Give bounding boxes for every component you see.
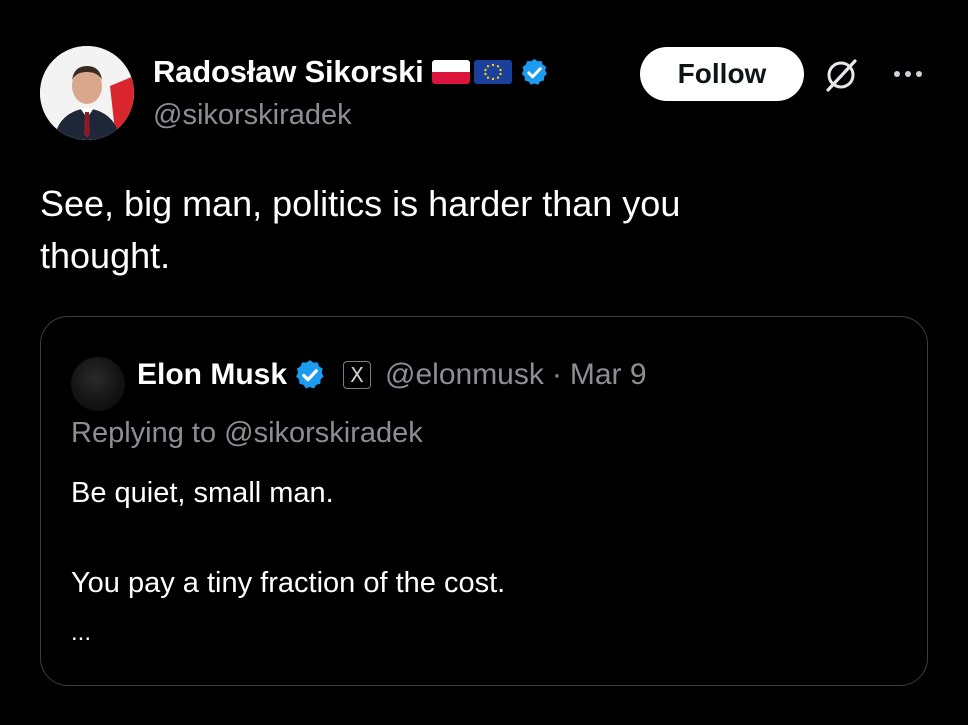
more-icon[interactable] [888, 59, 928, 89]
quoted-tweet-truncation: ... [71, 619, 92, 646]
quoted-author-handle[interactable]: @elonmusk [385, 358, 544, 392]
grok-icon[interactable] [820, 54, 862, 96]
poland-flag-icon [431, 60, 470, 84]
author-avatar[interactable] [40, 46, 134, 140]
tweet-text-line-1: See, big man, politics is harder than yo… [40, 183, 681, 224]
quoted-tweet-date[interactable]: Mar 9 [570, 358, 647, 392]
quoted-tweet-header: Elon Musk X @elonmusk · Mar 9 [137, 351, 647, 399]
author-handle[interactable]: @sikorskiradek [153, 99, 352, 132]
author-display-name[interactable]: Radosław Sikorski [153, 54, 424, 90]
tweet-text-line-2: thought. [40, 235, 171, 276]
quoted-tweet-card[interactable]: Elon Musk X @elonmusk · Mar 9 Replying t… [40, 316, 928, 686]
header-separator: · [551, 358, 562, 391]
quoted-author-name[interactable]: Elon Musk [137, 358, 287, 392]
quoted-tweet-line-1: Be quiet, small man. [71, 477, 334, 509]
follow-button[interactable]: Follow [640, 47, 804, 101]
author-name-row: Radosław Sikorski [153, 50, 550, 94]
eu-flag-icon [473, 60, 512, 84]
quoted-author-avatar[interactable] [71, 357, 125, 411]
verified-badge-icon[interactable] [519, 57, 550, 88]
x-affiliate-badge-icon[interactable]: X [343, 361, 372, 389]
tweet-text: See, big man, politics is harder than yo… [40, 178, 900, 282]
quoted-tweet-line-2: You pay a tiny fraction of the cost. [71, 567, 506, 599]
replying-to-text: Replying to @sikorskiradek [71, 417, 423, 449]
verified-badge-icon[interactable] [293, 358, 327, 392]
